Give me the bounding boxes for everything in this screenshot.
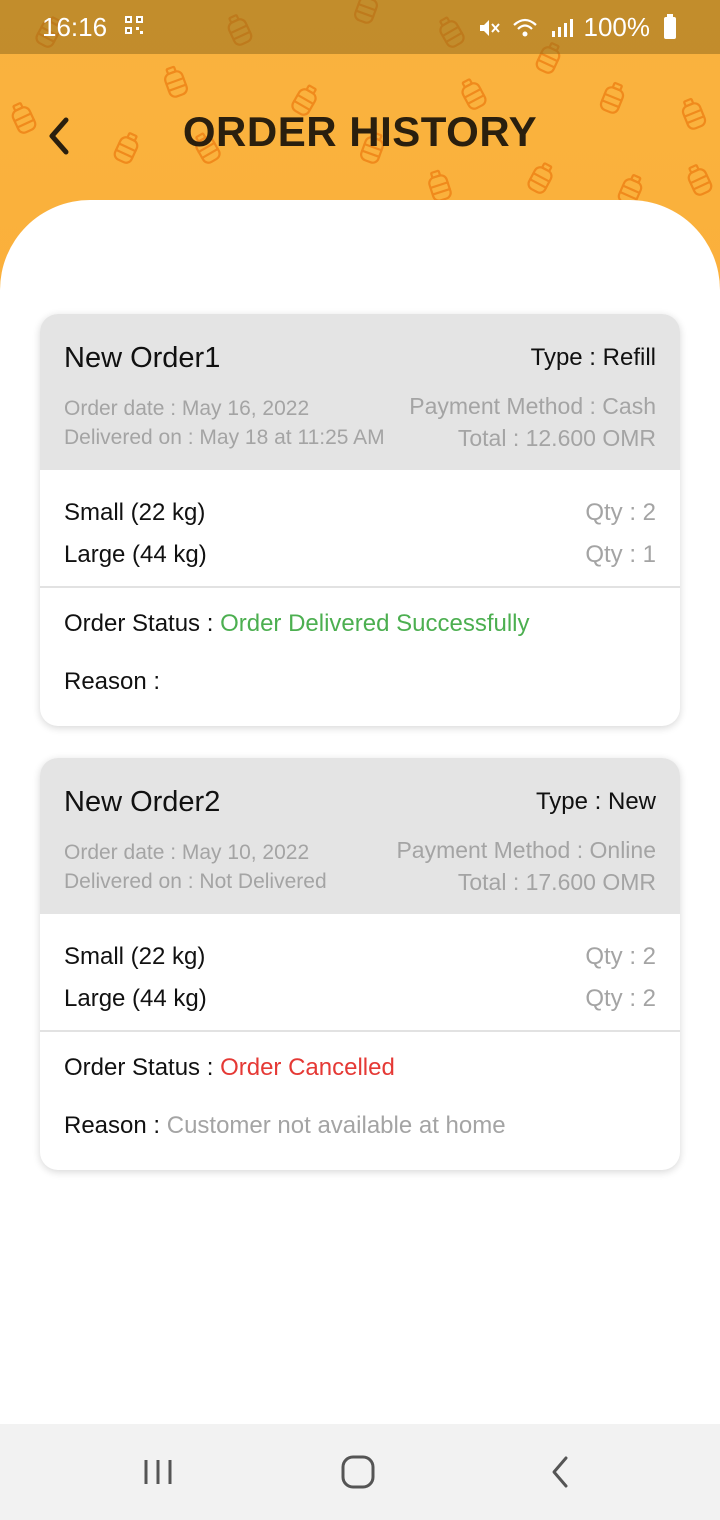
list-item: Small (22 kg) Qty : 2 (64, 492, 656, 534)
order-type: Type : Refill (530, 344, 656, 371)
system-nav-bar (0, 1424, 720, 1520)
back-icon (552, 1456, 568, 1488)
order-dates: Order date : May 10, 2022 Delivered on :… (64, 838, 327, 896)
order-type: Type : New (535, 788, 656, 815)
order-name: New Order2 (64, 786, 221, 818)
order-payment: Payment Method : Cash Total : 12.600 OMR (409, 390, 656, 454)
item-name: Small (22 kg) (64, 943, 206, 970)
item-qty: Qty : 2 (585, 943, 656, 970)
order-name: New Order1 (64, 342, 221, 374)
mute-icon (479, 19, 500, 36)
wifi-icon (512, 18, 537, 36)
status-icons: 100% (476, 12, 676, 43)
reason-label: Reason : (64, 1112, 167, 1139)
list-item: Large (44 kg) Qty : 1 (64, 534, 656, 576)
order-status-block: Order Status : Order Cancelled Reason : … (40, 1032, 680, 1170)
order-date: Order date : May 16, 2022 (64, 397, 310, 420)
status-time: 16:16 (42, 12, 108, 42)
status-bar: 16:16 100% (0, 0, 720, 54)
item-qty: Qty : 2 (585, 499, 656, 526)
qr-icon (125, 16, 143, 34)
order-card-header: New Order1 Type : Refill Order date : Ma… (40, 314, 680, 470)
order-status-row: Order Status : Order Cancelled (64, 1054, 656, 1088)
payment-method: Payment Method : Cash (409, 393, 656, 419)
recent-apps-icon (144, 1460, 172, 1484)
delivered-on: Delivered on : May 18 at 11:25 AM (64, 426, 385, 449)
payment-method: Payment Method : Online (396, 837, 656, 863)
nav-back-button[interactable] (540, 1452, 580, 1492)
order-status-value: Order Delivered Successfully (220, 610, 530, 637)
order-payment: Payment Method : Online Total : 17.600 O… (396, 834, 656, 898)
delivered-on: Delivered on : Not Delivered (64, 870, 327, 893)
item-name: Large (44 kg) (64, 541, 207, 568)
order-status-label: Order Status : (64, 1054, 221, 1081)
battery-icon (664, 13, 676, 39)
item-qty: Qty : 1 (585, 541, 656, 568)
order-card[interactable]: New Order1 Type : Refill Order date : Ma… (40, 314, 680, 726)
item-name: Large (44 kg) (64, 985, 207, 1012)
order-status-block: Order Status : Order Delivered Successfu… (40, 588, 680, 726)
home-icon (341, 1455, 375, 1489)
reason-row: Reason : (64, 668, 656, 702)
order-card-header: New Order2 Type : New Order date : May 1… (40, 758, 680, 914)
reason-row: Reason : Customer not available at home (64, 1112, 656, 1146)
item-name: Small (22 kg) (64, 499, 206, 526)
reason-label: Reason : (64, 668, 161, 695)
order-total: Total : 12.600 OMR (457, 425, 656, 451)
order-items: Small (22 kg) Qty : 2 Large (44 kg) Qty … (40, 470, 680, 588)
item-qty: Qty : 2 (585, 985, 656, 1012)
order-items: Small (22 kg) Qty : 2 Large (44 kg) Qty … (40, 914, 680, 1032)
list-item: Small (22 kg) Qty : 2 (64, 936, 656, 978)
order-total: Total : 17.600 OMR (457, 869, 656, 895)
recent-apps-button[interactable] (138, 1452, 178, 1492)
order-status-label: Order Status : (64, 610, 221, 637)
order-status-value: Order Cancelled (220, 1054, 395, 1081)
list-item: Large (44 kg) Qty : 2 (64, 978, 656, 1020)
battery-percent: 100% (583, 12, 651, 42)
order-dates: Order date : May 16, 2022 Delivered on :… (64, 394, 385, 452)
page-title: ORDER HISTORY (182, 108, 538, 155)
order-status-row: Order Status : Order Delivered Successfu… (64, 610, 656, 644)
signal-icon (551, 18, 573, 37)
order-date: Order date : May 10, 2022 (64, 841, 310, 864)
home-button[interactable] (338, 1452, 378, 1492)
reason-value: Customer not available at home (166, 1112, 506, 1139)
order-card[interactable]: New Order2 Type : New Order date : May 1… (40, 758, 680, 1170)
